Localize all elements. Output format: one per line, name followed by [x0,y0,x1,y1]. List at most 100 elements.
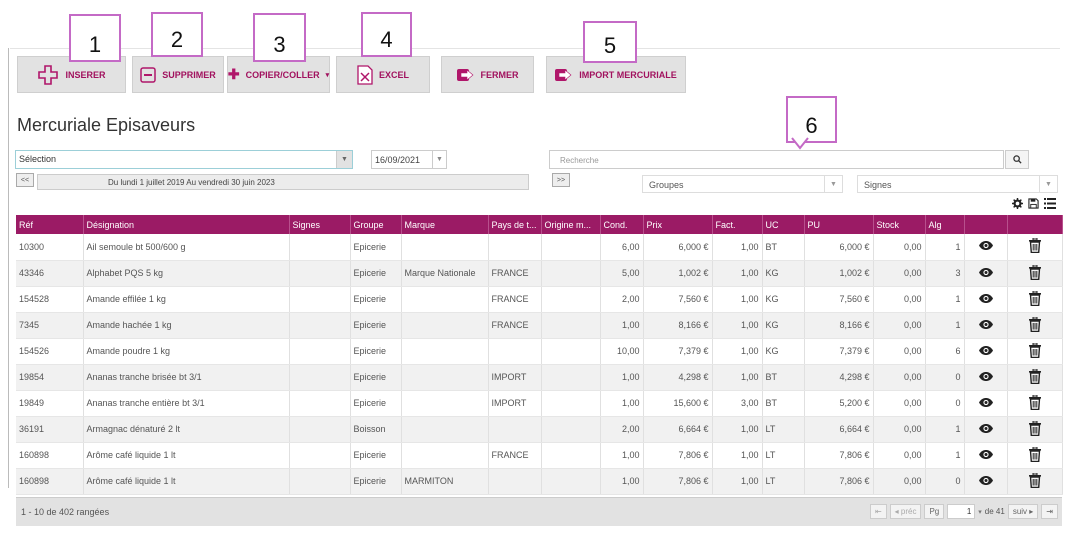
delete-cell [1007,338,1063,365]
delete-cell [1007,234,1063,261]
trash-icon[interactable] [1028,368,1041,384]
table-row[interactable]: 7345 Amande hachée 1 kg Epicerie FRANCE 1,00… [16,312,1063,339]
table-cell: Armagnac dénaturé 2 lt [83,416,290,443]
previous-period-button[interactable]: << [16,173,34,187]
table-cell [541,286,601,313]
eye-icon[interactable] [978,319,994,330]
signs-dropdown[interactable]: Signes ▼ [857,175,1058,193]
table-cell: 1,002 € [643,260,713,287]
eye-icon[interactable] [978,449,994,460]
next-page-button[interactable]: suiv ▸ [1007,504,1039,519]
table-cell: 1,002 € [804,260,874,287]
chevron-down-icon[interactable]: ▾ [978,508,982,516]
table-cell: FRANCE [488,312,542,339]
last-page-icon[interactable]: ⇥ [1041,504,1058,519]
column-header[interactable]: Stock [873,215,926,234]
trash-icon[interactable] [1028,316,1041,332]
table-row[interactable]: 19849 Ananas tranche entière bt 3/1 Epicer… [16,390,1063,417]
page-title: Mercuriale Episaveurs [17,115,196,135]
save-icon[interactable] [1028,198,1039,209]
date-picker[interactable]: 16/09/2021 ▼ [371,150,447,169]
table-cell: 0,00 [873,338,926,365]
column-header[interactable]: Prix [643,215,713,234]
table-row[interactable]: 160898 Arôme café liquide 1 lt Epicerie MAR… [16,468,1063,495]
excel-button[interactable]: EXCEL [336,56,430,93]
trash-icon[interactable] [1028,237,1041,254]
eye-icon[interactable] [978,293,994,304]
table-row[interactable]: 19854 Ananas tranche brisée bt 3/1 Epiceri… [16,364,1063,391]
first-page-icon[interactable]: ⇤ [869,504,887,519]
column-header[interactable] [964,215,1008,234]
table-row[interactable]: 154526 Amande poudre 1 kg Epicerie 10,00 7,3… [16,338,1063,365]
view-cell [964,260,1008,287]
list-icon[interactable] [1044,198,1056,209]
table-row[interactable]: 10300 Ail semoule bt 500/600 g Epicerie 6,0… [16,234,1063,261]
eye-icon[interactable] [978,240,994,251]
trash-icon[interactable] [1028,394,1041,410]
column-header[interactable]: Marque [401,215,489,234]
table-cell: FRANCE [488,286,542,313]
trash-icon[interactable] [1028,290,1041,306]
table-cell [401,234,489,261]
table-cell: 36191 [16,416,84,443]
delete-button[interactable]: SUPPRIMER [132,56,224,93]
eye-icon[interactable] [978,345,994,356]
selection-dropdown[interactable]: Sélection ▼ [15,150,353,169]
column-header[interactable]: Groupe [350,215,402,234]
column-header[interactable]: Fact. [712,215,763,234]
column-header[interactable]: Origine m... [541,215,601,234]
table-cell: FRANCE [488,442,542,469]
column-header[interactable]: UC [762,215,805,234]
chevron-down-icon[interactable]: ▼ [432,151,446,168]
trash-icon[interactable] [1028,472,1041,488]
table-cell [289,442,351,469]
trash-icon[interactable] [1028,420,1041,436]
trash-icon[interactable] [1028,264,1041,280]
eye-icon[interactable] [978,397,994,408]
column-header[interactable]: Désignation [83,215,290,234]
eye-icon[interactable] [978,267,994,278]
table-cell: 6,664 € [643,416,713,443]
column-header[interactable]: PU [804,215,874,234]
table-row[interactable]: 160898 Arôme café liquide 1 lt Epicerie FRA… [16,442,1063,469]
page-number-input[interactable]: 1 [947,504,976,519]
trash-icon[interactable] [1028,446,1041,462]
trash-icon[interactable] [1028,342,1041,358]
chevron-down-icon[interactable]: ▼ [336,151,352,168]
groups-value: Groupes [649,180,684,190]
column-header[interactable]: Signes [289,215,351,234]
close-button[interactable]: FERMER [441,56,534,93]
search-input[interactable]: Recherche [549,150,1004,169]
table-cell: 1,00 [712,416,763,443]
column-header[interactable]: Alg [925,215,965,234]
view-cell [964,338,1008,365]
chevron-down-icon[interactable]: ▼ [824,176,842,192]
search-button[interactable] [1005,150,1029,169]
table-cell [401,338,489,365]
groups-dropdown[interactable]: Groupes ▼ [642,175,843,193]
next-period-button[interactable]: >> [552,173,570,187]
table-cell: 1 [925,234,965,261]
date-value: 16/09/2021 [375,155,421,165]
table-row[interactable]: 154528 Amande effilée 1 kg Epicerie FRANCE 2… [16,286,1063,313]
table-cell: LT [762,416,805,443]
previous-page-button[interactable]: ◂ préc [889,504,922,519]
excel-label: EXCEL [378,69,409,80]
column-header[interactable]: Réf [16,215,84,234]
table-row[interactable]: 43346 Alphabet PQS 5 kg Epicerie Marque Nat… [16,260,1063,287]
column-header[interactable] [1007,215,1063,234]
table-cell [401,364,489,391]
delete-label: SUPPRIMER [162,69,216,80]
table-cell: 19854 [16,364,84,391]
table-cell: BT [762,390,805,417]
table-row[interactable]: 36191 Armagnac dénaturé 2 lt Boisson 2,00 6,… [16,416,1063,443]
eye-icon[interactable] [978,423,994,434]
eye-icon[interactable] [978,371,994,382]
chevron-down-icon[interactable]: ▼ [1039,176,1057,192]
gear-icon[interactable] [1012,198,1023,209]
table-cell [401,390,489,417]
eye-icon[interactable] [978,475,994,486]
column-header[interactable]: Pays de t... [488,215,542,234]
column-header[interactable]: Cond. [600,215,644,234]
table-cell: 0,00 [873,260,926,287]
